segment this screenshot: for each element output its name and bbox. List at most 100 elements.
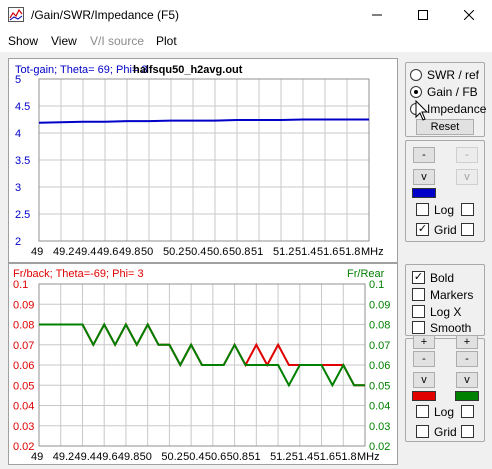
y-right-tick-label: 0.1 — [369, 279, 384, 291]
top-grid-checkbox[interactable]: ✓ — [416, 223, 429, 236]
y-tick-label: 0.06 — [13, 360, 34, 372]
display-options-panel: ✓ Bold Markers Log X Smooth — [405, 264, 485, 336]
radio-swr-indicator — [410, 69, 422, 81]
bottom-log-checkbox[interactable] — [416, 405, 429, 418]
top-chart-controls: - - v v Log ✓ Grid — [405, 140, 485, 242]
markers-checkbox[interactable] — [412, 288, 425, 301]
y-tick-label: 0.04 — [13, 401, 34, 413]
top-scale-up-right[interactable]: - — [456, 147, 478, 163]
top-series-color-swatch[interactable] — [412, 188, 436, 198]
frontback-chart[interactable]: 0.1 0.1 0.09 0.09 0.08 0.08 0.07 0.07 0.06 0.06 0.… — [8, 263, 398, 465]
x-tick-label: 49.4 — [75, 246, 96, 258]
fb-series-color-swatch[interactable] — [412, 391, 436, 401]
window-title: /Gain/SWR/Impedance (F5) — [31, 8, 180, 22]
radio-gain[interactable]: Gain / FB — [410, 84, 478, 100]
title-bar: /Gain/SWR/Impedance (F5) — [0, 0, 492, 30]
top-grid-label: Grid — [434, 223, 457, 237]
close-icon — [464, 10, 474, 20]
chart-header-right: Fr/Rear — [347, 268, 385, 280]
bold-checkbox[interactable]: ✓ — [412, 271, 425, 284]
bold-label: Bold — [430, 271, 455, 285]
menu-show[interactable]: Show — [8, 34, 38, 48]
chart-header: Tot-gain; Theta= 69; Phi= 3 — [15, 64, 148, 76]
smooth-label: Smooth — [430, 321, 472, 335]
y-right-tick-label: 0.05 — [369, 380, 390, 392]
bottom-log-label: Log — [434, 405, 455, 419]
markers-label: Markers — [430, 288, 474, 302]
y-tick-label: 3.5 — [15, 155, 30, 167]
x-tick-label: 50.6 — [205, 451, 226, 463]
frrear-series-color-swatch[interactable] — [455, 391, 479, 401]
radio-swr[interactable]: SWR / ref — [410, 67, 479, 83]
x-tick-label: 51.4 — [295, 246, 316, 258]
y-tick-label: 4 — [15, 128, 21, 140]
x-tick-label: 50 — [141, 246, 153, 258]
x-tick-label: 50 — [140, 451, 152, 463]
radio-swr-label: SWR / ref — [427, 68, 480, 82]
y-tick-label: 0.05 — [13, 380, 34, 392]
top-scale-down-right[interactable]: v — [456, 169, 478, 185]
menu-view[interactable]: View — [51, 34, 77, 48]
bottom-left-down-button[interactable]: v — [413, 372, 435, 388]
series-line-fr-rear — [39, 322, 365, 388]
menu-vi-source[interactable]: V/I source — [90, 34, 144, 48]
x-tick-label: 49.8 — [118, 451, 139, 463]
x-tick-label: 51.6 — [314, 451, 335, 463]
x-tick-label: 50.2 — [161, 451, 182, 463]
x-tick-label: 50.6 — [207, 246, 228, 258]
bottom-grid-label: Grid — [434, 425, 457, 439]
bottom-left-plus-button[interactable]: + — [413, 335, 435, 349]
mouse-pointer-icon — [415, 100, 429, 121]
bottom-log-right-checkbox[interactable] — [461, 405, 474, 418]
top-grid-right-checkbox[interactable] — [461, 223, 474, 236]
y-right-tick-label: 0.07 — [369, 340, 390, 352]
maximize-button[interactable] — [400, 0, 446, 30]
x-tick-label: 51 — [248, 451, 260, 463]
x-unit-label: MHz — [357, 451, 380, 463]
x-tick-label: 50.4 — [183, 451, 204, 463]
x-tick-label: 51 — [251, 246, 263, 258]
radio-gain-indicator — [410, 86, 422, 98]
top-log-checkbox[interactable] — [416, 203, 429, 216]
top-log-right-checkbox[interactable] — [461, 203, 474, 216]
close-button[interactable] — [446, 0, 492, 30]
y-right-tick-label: 0.03 — [369, 421, 390, 433]
y-right-tick-label: 0.04 — [369, 401, 390, 413]
app-chart-icon — [8, 7, 24, 22]
x-tick-label: 49.6 — [96, 451, 117, 463]
bottom-right-minus-button[interactable]: - — [456, 351, 478, 367]
bottom-left-minus-button[interactable]: - — [413, 351, 435, 367]
top-log-label: Log — [434, 203, 455, 217]
y-tick-label: 0.08 — [13, 320, 34, 332]
x-tick-label: 49.4 — [74, 451, 95, 463]
x-tick-label: 49.6 — [97, 246, 118, 258]
bottom-grid-checkbox[interactable] — [416, 425, 429, 438]
smooth-checkbox[interactable] — [412, 321, 425, 334]
series-line-tot-gain — [38, 118, 369, 124]
bottom-right-plus-button[interactable]: + — [456, 335, 478, 349]
top-scale-down-left[interactable]: v — [413, 169, 435, 185]
menu-plot[interactable]: Plot — [156, 34, 177, 48]
top-scale-up-left[interactable]: - — [413, 147, 435, 163]
y-tick-label: 4.5 — [15, 101, 30, 113]
minimize-button[interactable] — [354, 0, 400, 30]
x-unit-label: MHz — [361, 246, 384, 258]
logx-checkbox[interactable] — [412, 305, 425, 318]
radio-gain-label: Gain / FB — [427, 85, 478, 99]
x-tick-label: 50.4 — [185, 246, 206, 258]
gain-chart-plot: 54.543.532.5249 49.2 49.4 49.6 49.8 50 50.2 50.… — [15, 64, 384, 258]
gain-chart[interactable]: 5 4.5 4 3.5 3 2.5 2 49 49.2 49.4 49.6 49.8 50 50.2 50.… — [8, 58, 398, 263]
x-tick-label: 49.2 — [53, 451, 74, 463]
x-tick-label: 49.8 — [119, 246, 140, 258]
x-tick-label: 50.2 — [163, 246, 184, 258]
frontback-chart-plot: 0.1 0.1 0.09 0.09 0.08 0.08 0.07 0.07 0.06 0.06 0.… — [13, 268, 390, 463]
x-tick-label: 50.8 — [227, 451, 248, 463]
y-tick-label: 0.09 — [13, 299, 34, 311]
y-right-tick-label: 0.08 — [369, 320, 390, 332]
x-tick-label: 51.8 — [339, 246, 360, 258]
x-tick-label: 49.2 — [53, 246, 74, 258]
minimize-icon — [372, 14, 382, 16]
y-tick-label: 2.5 — [15, 209, 30, 221]
bottom-right-down-button[interactable]: v — [456, 372, 478, 388]
bottom-grid-right-checkbox[interactable] — [461, 425, 474, 438]
